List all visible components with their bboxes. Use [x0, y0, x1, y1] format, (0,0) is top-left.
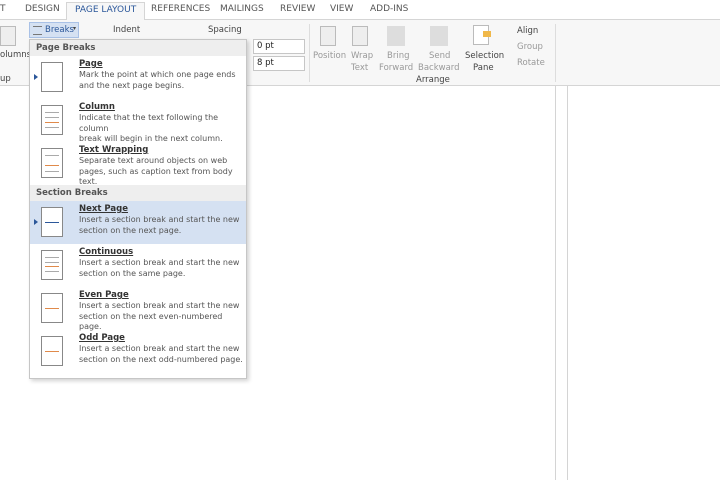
columns-button[interactable]: olumns [0, 50, 31, 60]
position-icon [320, 26, 336, 46]
item-desc: Insert a section break and start the new [79, 258, 240, 267]
text-wrapping-icon [41, 148, 63, 178]
pointer-icon [34, 219, 38, 225]
selection-pane-label: Pane [473, 63, 494, 73]
menu-item-text-wrapping[interactable]: Text Wrapping Separate text around object… [30, 142, 246, 187]
item-desc: Insert a section break and start the new [79, 344, 240, 353]
page-break-icon [41, 62, 63, 92]
even-page-icon [41, 293, 63, 323]
menu-item-next-page[interactable]: Next Page Insert a section break and star… [30, 201, 246, 244]
item-desc: section on the next page. [79, 225, 182, 235]
wrap-text-icon [352, 26, 368, 46]
item-desc: Insert a section break and start the new [79, 215, 240, 224]
spacing-after-input[interactable]: 8 pt [253, 56, 305, 71]
menu-item-column-break[interactable]: Column Indicate that the text following t… [30, 99, 246, 143]
item-title: Text Wrapping [79, 145, 149, 155]
rotate-button[interactable]: Rotate [517, 58, 545, 68]
item-desc: section on the same page. [79, 268, 186, 278]
tab-design[interactable]: DESIGN [25, 4, 60, 14]
breaks-icon [33, 26, 42, 35]
item-desc: Indicate that the text following the col… [79, 113, 219, 133]
item-desc: Mark the point at which one page ends [79, 70, 236, 79]
spacing-after-value: 8 pt [257, 58, 274, 68]
align-button[interactable]: Align [517, 26, 538, 36]
tab-page-layout[interactable]: PAGE LAYOUT [66, 2, 146, 21]
next-page-icon [41, 207, 63, 237]
send-backward-label: Backward [418, 63, 460, 73]
ribbon-tabs: T DESIGN PAGE LAYOUT REFERENCES MAILINGS… [0, 0, 720, 21]
separator [555, 24, 556, 82]
tab-mailings[interactable]: MAILINGS [220, 4, 264, 14]
selection-pane-button[interactable]: Selection [465, 51, 504, 61]
item-title: Column [79, 102, 115, 112]
odd-page-icon [41, 336, 63, 366]
menu-item-continuous[interactable]: Continuous Insert a section break and sta… [30, 244, 246, 287]
column-break-icon [41, 105, 63, 135]
bring-forward-label: Forward [379, 63, 414, 73]
group-button[interactable]: Group [517, 42, 543, 52]
bring-forward-button[interactable]: Bring [387, 51, 409, 61]
tab-view[interactable]: VIEW [330, 4, 353, 14]
page-breaks-header: Page Breaks [30, 40, 246, 56]
columns-icon [0, 26, 16, 46]
item-desc: section on the next odd-numbered page. [79, 354, 243, 364]
spacing-label: Spacing [208, 25, 242, 35]
tab-add-ins[interactable]: ADD-INS [370, 4, 408, 14]
wrap-text-label: Text [351, 63, 369, 73]
pointer-icon [34, 74, 38, 80]
breaks-button[interactable]: Breaks ▾ [29, 22, 79, 38]
page-edge [567, 86, 568, 480]
tab-review[interactable]: REVIEW [280, 4, 315, 14]
separator [309, 24, 310, 82]
item-title: Odd Page [79, 333, 125, 343]
wrap-text-button[interactable]: Wrap [351, 51, 373, 61]
menu-item-page-break[interactable]: Page Mark the point at which one page end… [30, 56, 246, 99]
menu-item-even-page[interactable]: Even Page Insert a section break and star… [30, 287, 246, 331]
item-desc: and the next page begins. [79, 80, 185, 90]
item-title: Next Page [79, 204, 128, 214]
tab-references[interactable]: REFERENCES [151, 4, 210, 14]
send-backward-button[interactable]: Send [429, 51, 450, 61]
menu-item-odd-page[interactable]: Odd Page Insert a section break and start… [30, 330, 246, 373]
indent-label: Indent [113, 25, 141, 35]
send-backward-icon [430, 26, 448, 46]
spacing-before-input[interactable]: 0 pt [253, 39, 305, 54]
arrange-group-label: Arrange [416, 75, 450, 85]
position-button[interactable]: Position [313, 51, 346, 61]
group-label: up [0, 74, 11, 84]
chevron-down-icon: ▾ [73, 25, 77, 32]
continuous-icon [41, 250, 63, 280]
breaks-dropdown: Page Breaks Page Mark the point at which … [29, 39, 247, 379]
item-title: Page [79, 59, 103, 69]
bring-forward-icon [387, 26, 405, 46]
item-title: Even Page [79, 290, 129, 300]
tab-format[interactable]: T [0, 4, 6, 14]
item-desc: pages, such as caption text from body te… [79, 166, 233, 187]
item-desc: Insert a section break and start the new [79, 301, 240, 310]
item-desc: Separate text around objects on web [79, 156, 228, 165]
selection-pane-icon [473, 25, 491, 45]
item-title: Continuous [79, 247, 134, 257]
page-edge [555, 86, 556, 480]
spacing-before-value: 0 pt [257, 41, 274, 51]
